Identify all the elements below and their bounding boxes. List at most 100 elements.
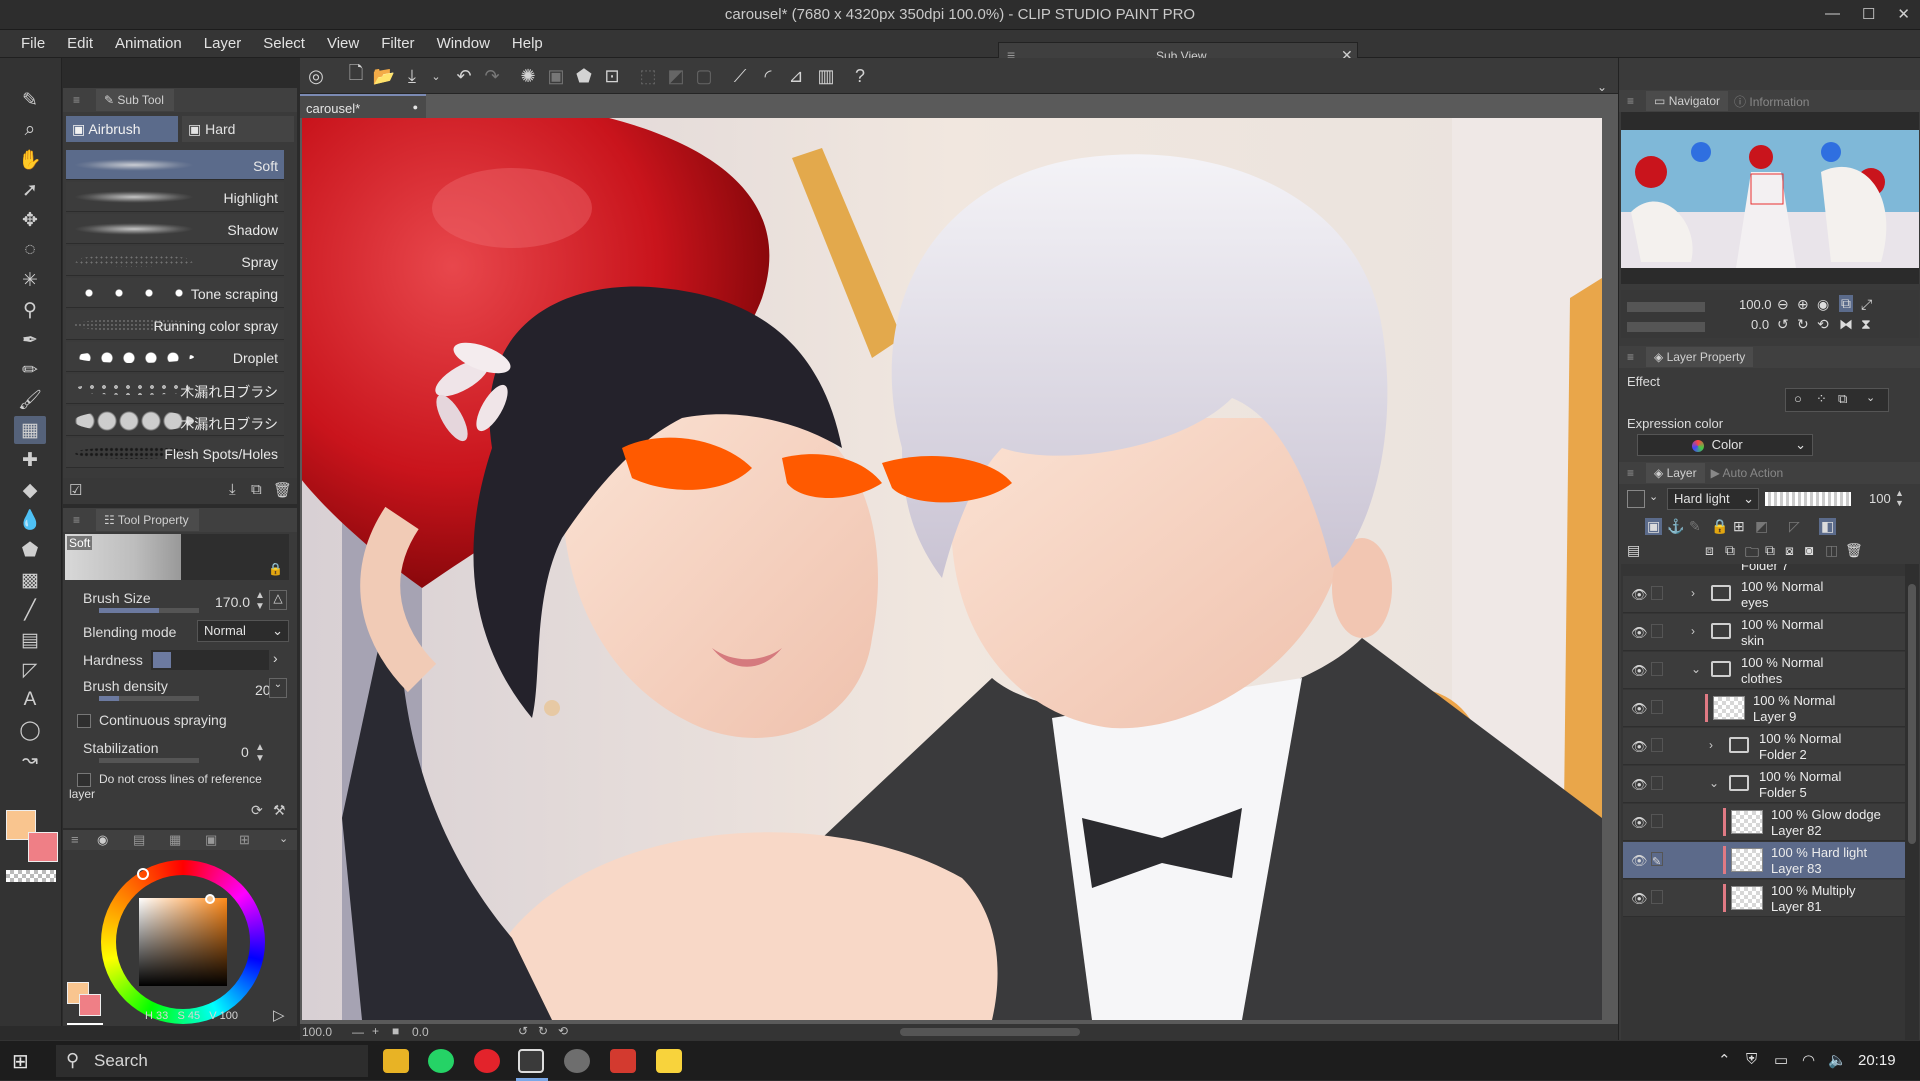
taskbar-search[interactable]: ⚲ Search: [56, 1045, 368, 1077]
security-icon[interactable]: ⛨: [1746, 1051, 1757, 1068]
eye-icon[interactable]: 👁: [1631, 853, 1648, 869]
correct-line-icon[interactable]: ↝: [14, 746, 46, 774]
clear-outside-selection-icon[interactable]: ▣: [544, 64, 568, 88]
navigator-zoom-slider[interactable]: [1627, 302, 1705, 312]
reference-layer-checkbox[interactable]: [77, 772, 91, 787]
chevron-down-icon[interactable]: ⌄: [1709, 776, 1719, 790]
new-raster-layer-icon[interactable]: ⧈: [1705, 542, 1714, 559]
settings-icon[interactable]: ☑: [69, 481, 82, 499]
layer-lock-slot[interactable]: [1651, 700, 1663, 714]
snap-ruler-icon[interactable]: ⟋: [728, 64, 752, 88]
windows-start-icon[interactable]: ⊞: [12, 1049, 29, 1074]
layer-row[interactable]: 👁 › 100 % Normal Folder 2: [1623, 728, 1905, 765]
reference-layer-row[interactable]: Do not cross lines of reference layer: [69, 772, 287, 801]
horizontal-scrollbar[interactable]: [900, 1028, 1080, 1036]
tab-layer[interactable]: ◈ Layer: [1646, 463, 1705, 483]
color-picker-handle[interactable]: [205, 894, 215, 904]
menu-select[interactable]: Select: [252, 35, 316, 52]
reset-rotation-icon[interactable]: ⟲: [558, 1024, 568, 1038]
color-wheel-tab-icon[interactable]: ◉: [97, 832, 108, 848]
zoom-readout[interactable]: 100.0: [302, 1025, 332, 1039]
brush-soft[interactable]: Soft: [66, 150, 284, 180]
fill-icon[interactable]: ⬟: [572, 64, 596, 88]
layer-lock-slot[interactable]: [1651, 890, 1663, 904]
move-layer-icon[interactable]: ✥: [14, 206, 46, 234]
clip-studio-icon[interactable]: [564, 1049, 590, 1073]
actual-size-icon[interactable]: ◉: [1817, 296, 1829, 313]
rotate-right-icon[interactable]: ↻: [1797, 316, 1809, 333]
layer-lock-slot[interactable]: [1651, 814, 1663, 828]
eye-icon[interactable]: 👁: [1631, 701, 1648, 717]
spinner-icon[interactable]: ▲ ▼: [1895, 488, 1904, 508]
layer-row[interactable]: 👁 ⌄ 100 % Normal clothes: [1623, 652, 1905, 689]
menu-animation[interactable]: Animation: [104, 35, 193, 52]
airbrush-icon[interactable]: ▦: [14, 416, 46, 444]
menu-layer[interactable]: Layer: [193, 35, 253, 52]
trash-icon[interactable]: 🗑: [1845, 542, 1863, 559]
close-tab-icon[interactable]: ●: [413, 102, 418, 112]
zoom-icon[interactable]: ⌕: [14, 116, 46, 144]
eye-icon[interactable]: 👁: [1631, 663, 1648, 679]
approximate-color-tab-icon[interactable]: ⊞: [239, 832, 250, 848]
layer-lock-slot[interactable]: [1651, 776, 1663, 790]
hardness-selector[interactable]: [151, 650, 269, 670]
figure-icon[interactable]: ╱: [14, 596, 46, 624]
expression-color-select[interactable]: Color ⌄: [1637, 434, 1813, 456]
wifi-icon[interactable]: ◠: [1802, 1051, 1815, 1069]
layer-color-toggle[interactable]: [1627, 490, 1645, 508]
brush-shadow[interactable]: Shadow: [66, 214, 284, 244]
eyedropper-icon[interactable]: ⚲: [14, 296, 46, 324]
menu-icon[interactable]: ≡: [1627, 350, 1634, 364]
opera-icon[interactable]: [474, 1049, 500, 1073]
lock-transparency-icon[interactable]: ⊞: [1733, 518, 1745, 535]
rotate-left-icon[interactable]: ↺: [518, 1024, 528, 1038]
import-icon[interactable]: ⤓: [229, 481, 236, 498]
menu-icon[interactable]: ≡: [1627, 94, 1634, 108]
undo-icon[interactable]: ↶: [452, 64, 476, 88]
color-set-tab-icon[interactable]: ▦: [169, 832, 181, 848]
pencil-icon[interactable]: ✏: [14, 356, 46, 384]
opacity-slider[interactable]: [1765, 492, 1851, 506]
ruler-icon[interactable]: ◸: [14, 656, 46, 684]
layer-row[interactable]: 👁 ✎ 100 % Hard light Layer 83: [1623, 842, 1905, 879]
blend-mode-select[interactable]: Hard light ⌄: [1667, 488, 1759, 510]
group-tab-hard[interactable]: ▣ Hard: [182, 116, 294, 142]
layer-lock-slot[interactable]: [1651, 624, 1663, 638]
layer-lock-slot[interactable]: [1651, 586, 1663, 600]
stabilization-slider[interactable]: [99, 758, 199, 763]
canvas[interactable]: [302, 118, 1602, 1020]
fit-icon[interactable]: ■: [392, 1024, 399, 1038]
blending-mode-select[interactable]: Normal ⌄: [197, 620, 289, 642]
operation-icon[interactable]: ➚: [14, 176, 46, 204]
layer-row[interactable]: 👁 100 % Multiply Layer 81: [1623, 880, 1905, 917]
mask-icon[interactable]: ◩: [1755, 518, 1768, 535]
redo-icon[interactable]: ↷: [480, 64, 504, 88]
brush-icon[interactable]: 🖌: [14, 386, 46, 414]
layer-lock-slot[interactable]: [1651, 662, 1663, 676]
tab-navigator[interactable]: ▭ Navigator: [1646, 91, 1729, 111]
layer-list-view-icon[interactable]: ▤: [1627, 542, 1640, 559]
chevron-down-icon[interactable]: ⌄: [279, 832, 288, 845]
lock-icon[interactable]: 🔒: [268, 562, 283, 576]
snap-special-ruler-icon[interactable]: ◜: [756, 64, 780, 88]
blend-icon[interactable]: 💧: [14, 506, 46, 534]
chevron-down-icon[interactable]: ⌄: [1866, 391, 1875, 404]
menu-view[interactable]: View: [316, 35, 370, 52]
flip-horizontal-icon[interactable]: ⧓: [1839, 316, 1853, 333]
hand-icon[interactable]: ✋: [14, 146, 46, 174]
layer-row[interactable]: 👁 100 % Glow dodge Layer 82: [1623, 804, 1905, 841]
brush-highlight[interactable]: Highlight: [66, 182, 284, 212]
hue-handle[interactable]: [137, 868, 149, 880]
new-folder-icon[interactable]: 🗀: [1745, 542, 1759, 566]
brush-density-slider[interactable]: [99, 696, 199, 701]
navigator-view[interactable]: [1621, 112, 1919, 284]
navigator-angle-value[interactable]: 0.0: [1751, 317, 1769, 332]
zoom-out-icon[interactable]: ⊖: [1777, 296, 1789, 313]
duplicate-icon[interactable]: ⧉: [251, 481, 262, 498]
menu-icon[interactable]: ≡: [71, 832, 79, 847]
tool-property-tab[interactable]: ☷ Tool Property: [96, 509, 199, 531]
flip-vertical-icon[interactable]: ⧗: [1861, 316, 1871, 333]
chevron-down-icon[interactable]: ⌄: [1649, 490, 1658, 503]
brush-komorebi-2[interactable]: 木漏れ日ブラシ: [66, 406, 284, 436]
color-slider-tab-icon[interactable]: ▤: [133, 832, 145, 848]
